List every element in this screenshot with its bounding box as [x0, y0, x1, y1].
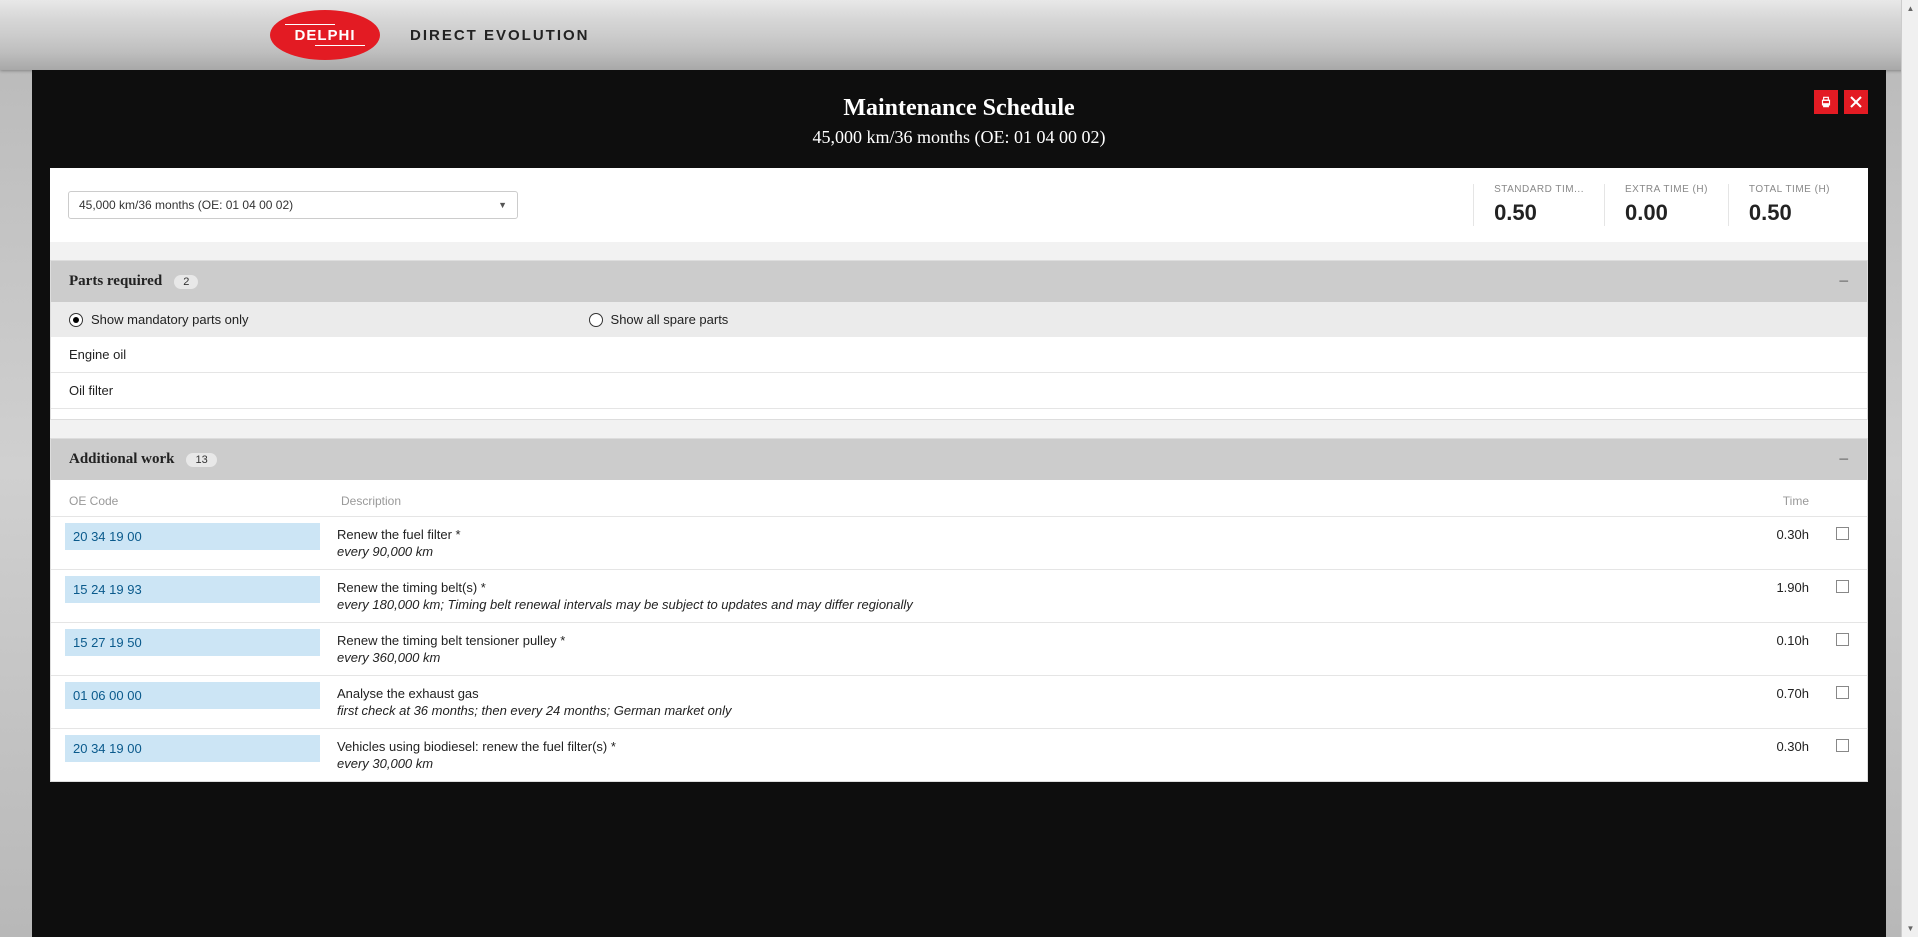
brand-logo-text: DELPHI — [294, 27, 355, 44]
work-table-header: OE Code Description Time — [51, 480, 1867, 516]
logo-wrap: DELPHI DIRECT EVOLUTION — [270, 10, 590, 60]
oe-code-badge[interactable]: 01 06 00 00 — [65, 682, 320, 709]
work-description: Renew the fuel filter *every 90,000 km — [337, 527, 1719, 559]
product-name: DIRECT EVOLUTION — [410, 27, 590, 44]
extra-time-label: EXTRA TIME (H) — [1625, 184, 1708, 195]
radio-show-all[interactable]: Show all spare parts — [589, 312, 729, 327]
part-row[interactable]: Engine oil — [51, 337, 1867, 373]
work-row: 15 27 19 50 Renew the timing belt tension… — [51, 622, 1867, 675]
content-body: Parts required 2 − Show mandatory parts … — [50, 242, 1868, 782]
main-container: Maintenance Schedule 45,000 km/36 months… — [32, 70, 1886, 937]
top-bar: DELPHI DIRECT EVOLUTION — [0, 0, 1918, 70]
page-title: Maintenance Schedule — [62, 95, 1856, 122]
oe-code-badge[interactable]: 20 34 19 00 — [65, 735, 320, 762]
work-checkbox-cell — [1809, 686, 1849, 702]
control-strip: 45,000 km/36 months (OE: 01 04 00 02) ▼ … — [50, 168, 1868, 242]
header-actions — [1814, 90, 1868, 114]
work-checkbox-cell — [1809, 527, 1849, 543]
total-time-value: 0.50 — [1749, 200, 1830, 226]
radio-unchecked-icon — [589, 313, 603, 327]
total-time-label: TOTAL TIME (H) — [1749, 184, 1830, 195]
standard-time-label: STANDARD TIM... — [1494, 184, 1584, 195]
print-button[interactable] — [1814, 90, 1838, 114]
service-select[interactable]: 45,000 km/36 months (OE: 01 04 00 02) ▼ — [68, 191, 518, 219]
work-checkbox[interactable] — [1836, 739, 1849, 752]
parts-panel-title: Parts required — [69, 273, 162, 290]
work-row: 01 06 00 00 Analyse the exhaust gasfirst … — [51, 675, 1867, 728]
scroll-down-arrow-icon[interactable]: ▼ — [1902, 920, 1918, 937]
radio-checked-icon — [69, 313, 83, 327]
time-summary: STANDARD TIM... 0.50 EXTRA TIME (H) 0.00… — [1473, 184, 1850, 226]
service-select-value: 45,000 km/36 months (OE: 01 04 00 02) — [79, 198, 293, 212]
oe-code-badge[interactable]: 15 27 19 50 — [65, 629, 320, 656]
work-panel-title: Additional work — [69, 451, 174, 468]
work-checkbox[interactable] — [1836, 686, 1849, 699]
radio-all-label: Show all spare parts — [611, 312, 729, 327]
col-desc-header: Description — [341, 494, 1719, 508]
work-checkbox[interactable] — [1836, 580, 1849, 593]
parts-filter-row: Show mandatory parts only Show all spare… — [51, 302, 1867, 337]
work-time: 0.70h — [1719, 686, 1809, 701]
brand-logo: DELPHI — [270, 10, 380, 60]
work-time: 1.90h — [1719, 580, 1809, 595]
parts-panel-header[interactable]: Parts required 2 − — [51, 261, 1867, 302]
work-checkbox-cell — [1809, 739, 1849, 755]
radio-mandatory-only[interactable]: Show mandatory parts only — [69, 312, 249, 327]
work-description: Renew the timing belt tensioner pulley *… — [337, 633, 1719, 665]
standard-time-value: 0.50 — [1494, 200, 1584, 226]
work-checkbox-cell — [1809, 580, 1849, 596]
scroll-up-arrow-icon[interactable]: ▲ — [1902, 0, 1918, 17]
oe-code-badge[interactable]: 20 34 19 00 — [65, 523, 320, 550]
page-header: Maintenance Schedule 45,000 km/36 months… — [32, 70, 1886, 168]
collapse-icon[interactable]: − — [1838, 449, 1849, 470]
vertical-scrollbar[interactable]: ▲ ▼ — [1901, 0, 1918, 937]
close-button[interactable] — [1844, 90, 1868, 114]
col-oe-header: OE Code — [69, 494, 341, 508]
work-time: 0.30h — [1719, 739, 1809, 754]
work-count-badge: 13 — [186, 453, 216, 467]
work-description: Vehicles using biodiesel: renew the fuel… — [337, 739, 1719, 771]
oe-code-badge[interactable]: 15 24 19 93 — [65, 576, 320, 603]
work-checkbox[interactable] — [1836, 633, 1849, 646]
parts-panel: Parts required 2 − Show mandatory parts … — [50, 260, 1868, 420]
col-time-header: Time — [1719, 494, 1809, 508]
work-panel-header[interactable]: Additional work 13 − — [51, 439, 1867, 480]
parts-count-badge: 2 — [174, 275, 198, 289]
work-time: 0.30h — [1719, 527, 1809, 542]
part-row[interactable]: Oil filter — [51, 373, 1867, 409]
collapse-icon[interactable]: − — [1838, 271, 1849, 292]
work-checkbox-cell — [1809, 633, 1849, 649]
radio-mandatory-label: Show mandatory parts only — [91, 312, 249, 327]
chevron-down-icon: ▼ — [498, 200, 507, 210]
work-row: 20 34 19 00 Renew the fuel filter *every … — [51, 516, 1867, 569]
work-description: Analyse the exhaust gasfirst check at 36… — [337, 686, 1719, 718]
work-time: 0.10h — [1719, 633, 1809, 648]
extra-time-value: 0.00 — [1625, 200, 1708, 226]
page-subtitle: 45,000 km/36 months (OE: 01 04 00 02) — [62, 127, 1856, 148]
work-description: Renew the timing belt(s) *every 180,000 … — [337, 580, 1719, 612]
additional-work-panel: Additional work 13 − OE Code Description… — [50, 438, 1868, 782]
work-checkbox[interactable] — [1836, 527, 1849, 540]
work-row: 20 34 19 00 Vehicles using biodiesel: ren… — [51, 728, 1867, 781]
work-row: 15 24 19 93 Renew the timing belt(s) *eve… — [51, 569, 1867, 622]
